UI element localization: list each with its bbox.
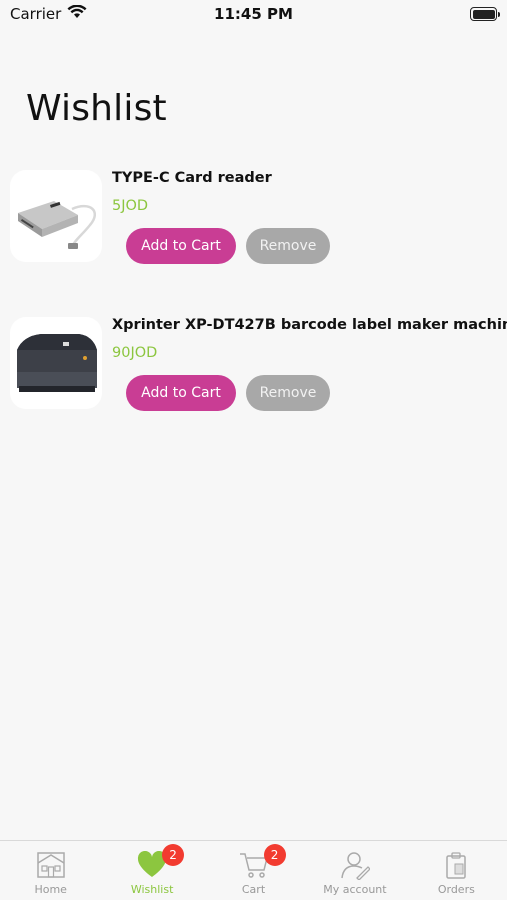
cart-badge: 2	[263, 844, 286, 866]
account-icon	[339, 849, 371, 881]
tab-orders-label: Orders	[437, 883, 475, 896]
label-printer-image[interactable]	[10, 317, 102, 409]
tab-cart-label: Cart	[241, 883, 266, 896]
page-title: Wishlist	[26, 88, 167, 129]
tab-bar: Home 2 Wishlist 2 Cart My account Orders	[0, 840, 507, 900]
status-time: 11:45 PM	[214, 5, 293, 23]
tab-my-account[interactable]: My account	[304, 841, 405, 900]
wishlist-badge: 2	[162, 844, 185, 866]
home-icon	[35, 849, 67, 881]
tab-my-account-label: My account	[323, 883, 387, 896]
status-bar: Carrier 11:45 PM	[0, 0, 507, 30]
item-name[interactable]: Xprinter XP-DT427B barcode label maker m…	[112, 317, 507, 333]
tab-wishlist-label: Wishlist	[130, 883, 174, 896]
item-price: 90JOD	[112, 345, 158, 361]
add-to-cart-button[interactable]: Add to Cart	[126, 228, 236, 264]
tab-home-label: Home	[34, 883, 67, 896]
item-name[interactable]: TYPE-C Card reader	[112, 170, 272, 186]
tab-orders[interactable]: Orders	[406, 841, 507, 900]
add-to-cart-button[interactable]: Add to Cart	[126, 375, 236, 411]
tab-cart[interactable]: 2 Cart	[203, 841, 304, 900]
battery-icon	[470, 7, 500, 21]
tab-home[interactable]: Home	[0, 841, 101, 900]
remove-button[interactable]: Remove	[246, 228, 330, 264]
remove-button[interactable]: Remove	[246, 375, 330, 411]
card-reader-image[interactable]	[10, 170, 102, 262]
tab-wishlist[interactable]: 2 Wishlist	[101, 841, 202, 900]
item-price: 5JOD	[112, 198, 149, 214]
orders-icon	[440, 849, 472, 881]
wishlist-item: TYPE-C Card reader 5JOD Add to Cart Remo…	[10, 170, 500, 280]
wishlist-item: Xprinter XP-DT427B barcode label maker m…	[10, 317, 507, 427]
